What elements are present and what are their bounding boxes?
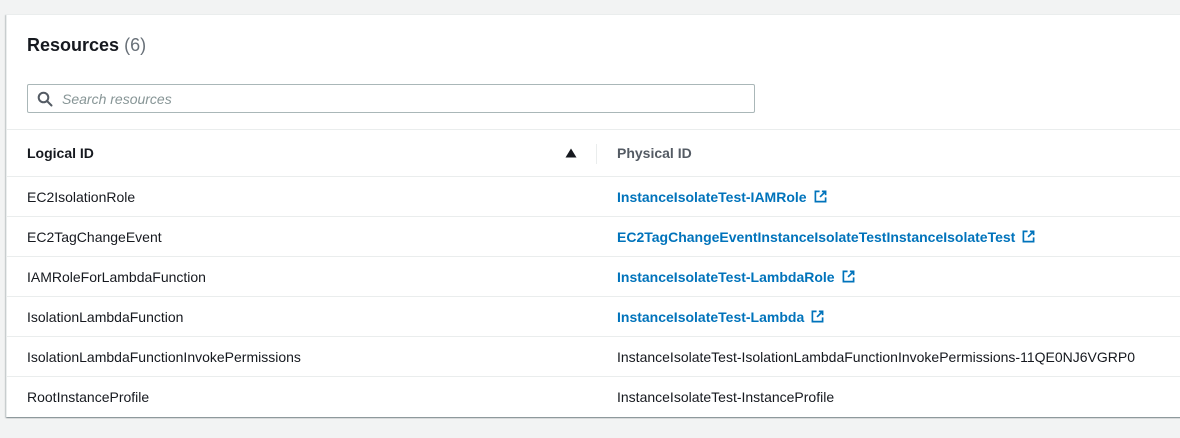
external-link-icon[interactable] (842, 270, 855, 283)
table-row: RootInstanceProfile InstanceIsolateTest-I… (7, 377, 1180, 417)
resources-table: Logical ID Physical ID EC2IsolationRole I… (7, 129, 1180, 417)
physical-id-cell: InstanceIsolateTest-InstanceProfile (597, 389, 834, 405)
table-row: IAMRoleForLambdaFunction InstanceIsolateT… (7, 257, 1180, 297)
table-row: EC2IsolationRole InstanceIsolateTest-IAMR… (7, 177, 1180, 217)
column-header-physical-id[interactable]: Physical ID (597, 130, 692, 176)
panel-title: Resources (6) (27, 34, 146, 56)
search-box[interactable] (27, 84, 755, 113)
physical-id-link[interactable]: EC2TagChangeEventInstanceIsolateTestInst… (617, 229, 1015, 245)
physical-id-cell: InstanceIsolateTest-Lambda (597, 309, 824, 325)
physical-id-cell: InstanceIsolateTest-IsolationLambdaFunct… (597, 349, 1135, 365)
logical-id-cell: RootInstanceProfile (27, 389, 150, 405)
logical-id-cell: IsolationLambdaFunctionInvokePermissions (27, 348, 301, 365)
physical-id-cell: EC2TagChangeEventInstanceIsolateTestInst… (597, 229, 1035, 245)
column-header-physical-id-label: Physical ID (617, 145, 692, 161)
physical-id-cell: InstanceIsolateTest-IAMRole (597, 189, 827, 205)
physical-id-cell: InstanceIsolateTest-LambdaRole (597, 269, 855, 285)
external-link-icon[interactable] (811, 310, 824, 323)
resource-count: (6) (124, 35, 147, 55)
search-input[interactable] (62, 86, 754, 111)
table-body: EC2IsolationRole InstanceIsolateTest-IAMR… (7, 177, 1180, 417)
caret-up-icon[interactable] (565, 147, 577, 159)
logical-id-cell: EC2TagChangeEvent (27, 228, 162, 245)
external-link-icon[interactable] (1022, 230, 1035, 243)
table-row: IsolationLambdaFunction InstanceIsolateTe… (7, 297, 1180, 337)
column-header-logical-id[interactable]: Logical ID (7, 130, 597, 176)
physical-id-text: InstanceIsolateTest-InstanceProfile (617, 389, 835, 405)
logical-id-cell: EC2IsolationRole (27, 188, 136, 205)
resources-panel: Resources (6) Logical ID Physical ID EC2… (6, 14, 1180, 417)
table-header: Logical ID Physical ID (7, 129, 1180, 177)
table-row: EC2TagChangeEvent EC2TagChangeEventInstan… (7, 217, 1180, 257)
panel-title-text: Resources (27, 35, 120, 55)
physical-id-link[interactable]: InstanceIsolateTest-IAMRole (617, 189, 807, 205)
physical-id-text: InstanceIsolateTest-IsolationLambdaFunct… (617, 348, 1135, 365)
logical-id-cell: IAMRoleForLambdaFunction (27, 268, 206, 285)
external-link-icon[interactable] (814, 190, 827, 203)
logical-id-cell: IsolationLambdaFunction (27, 308, 184, 325)
physical-id-link[interactable]: InstanceIsolateTest-Lambda (617, 309, 804, 325)
search-icon (37, 91, 53, 106)
column-header-logical-id-label: Logical ID (27, 145, 94, 161)
physical-id-link[interactable]: InstanceIsolateTest-LambdaRole (617, 269, 835, 285)
table-row: IsolationLambdaFunctionInvokePermissions… (7, 337, 1180, 377)
